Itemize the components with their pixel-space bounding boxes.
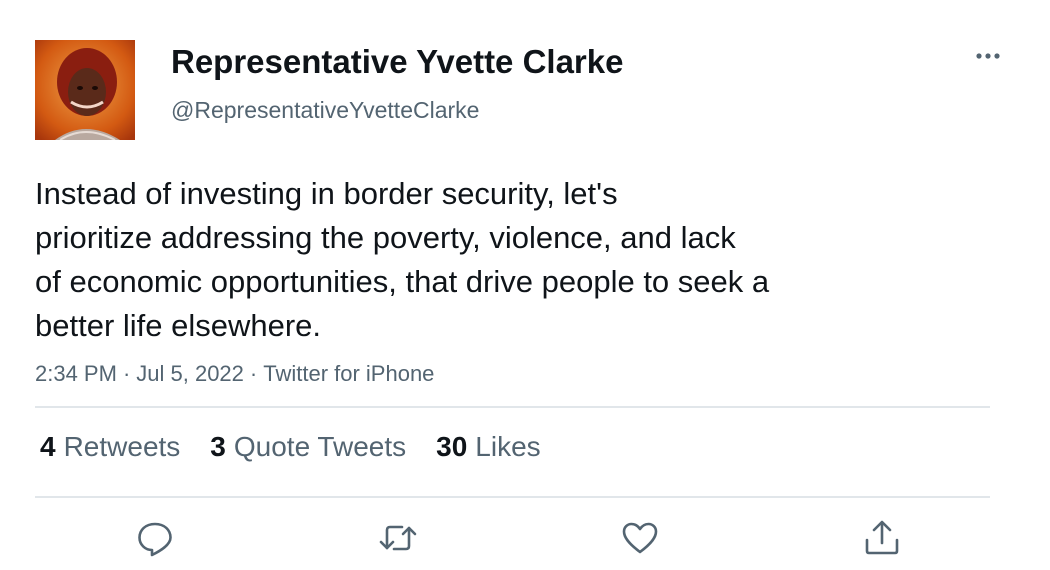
share-button[interactable] — [862, 518, 902, 558]
tweet-text-line: prioritize addressing the poverty, viole… — [35, 220, 736, 255]
engagement-stats: 4 Retweets 3 Quote Tweets 30 Likes — [40, 431, 541, 463]
like-button[interactable] — [620, 518, 660, 558]
quote-tweets-stat[interactable]: 3 Quote Tweets — [210, 431, 406, 463]
meta-separator: · — [249, 361, 258, 386]
retweet-button[interactable] — [378, 518, 418, 558]
meta-separator: · — [122, 361, 131, 386]
retweets-count: 4 — [40, 431, 56, 462]
retweets-label: Retweets — [63, 431, 181, 462]
tweet-metadata: 2:34 PM · Jul 5, 2022 · Twitter for iPhone — [35, 361, 434, 387]
avatar[interactable] — [35, 40, 135, 140]
tweet-source[interactable]: Twitter for iPhone — [263, 361, 434, 386]
likes-stat[interactable]: 30 Likes — [436, 431, 541, 463]
divider — [35, 406, 990, 408]
retweet-icon — [379, 525, 417, 551]
tweet-text-line: of economic opportunities, that drive pe… — [35, 264, 770, 299]
author-handle[interactable]: @RepresentativeYvetteClarke — [171, 97, 479, 124]
likes-label: Likes — [475, 431, 541, 462]
tweet-date[interactable]: Jul 5, 2022 — [136, 361, 244, 386]
reply-icon — [138, 522, 172, 557]
divider — [35, 496, 990, 498]
quote-tweets-count: 3 — [210, 431, 226, 462]
tweet-time[interactable]: 2:34 PM — [35, 361, 117, 386]
author-display-name[interactable]: Representative Yvette Clarke — [171, 43, 623, 81]
likes-count: 30 — [436, 431, 468, 462]
avatar-image — [35, 40, 135, 140]
more-horizontal-icon[interactable] — [970, 44, 1006, 68]
share-icon — [865, 520, 899, 555]
retweets-stat[interactable]: 4 Retweets — [40, 431, 180, 463]
quote-tweets-label: Quote Tweets — [233, 431, 407, 462]
tweet-text: Instead of investing in border security,… — [35, 172, 915, 348]
reply-button[interactable] — [135, 518, 175, 558]
heart-icon — [622, 522, 658, 554]
tweet-text-line: Instead of investing in border security,… — [35, 176, 618, 211]
tweet-text-line: better life elsewhere. — [35, 308, 322, 343]
